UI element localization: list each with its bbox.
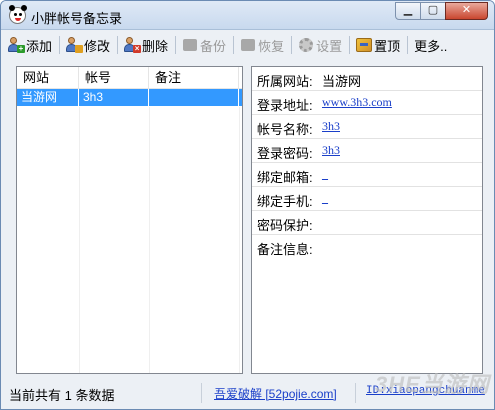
detail-row-security: 密码保护: [252, 211, 482, 235]
restore-icon [240, 37, 256, 53]
add-button[interactable]: + 添加 [5, 34, 55, 56]
detail-row-email: 绑定邮箱: _ [252, 163, 482, 187]
cell-account: 3h3 [79, 89, 149, 106]
list-item[interactable]: 当游网 3h3 [17, 89, 242, 106]
toolbar-separator [233, 36, 235, 54]
pin-top-button[interactable]: 置顶 [353, 34, 403, 56]
toolbar: + 添加 修改 × 删除 备份 恢复 设置 置顶 更多.. [5, 32, 490, 58]
toolbar-separator [117, 36, 119, 54]
gear-icon [298, 37, 314, 53]
toolbar-separator [349, 36, 351, 54]
app-window: 小胖帐号备忘录 ▁ ▢ ✕ + 添加 修改 × 删除 备份 恢复 设置 置顶 更… [0, 0, 495, 410]
status-separator [355, 383, 356, 403]
column-header-site[interactable]: 网站 [17, 67, 79, 88]
title-bar: 小胖帐号备忘录 ▁ ▢ ✕ [1, 1, 494, 30]
panda-app-icon [9, 5, 27, 24]
detail-row-notes: 备注信息: [257, 242, 313, 257]
site-value: 当游网 [322, 74, 362, 89]
status-separator [201, 383, 202, 403]
detail-row-site: 所属网站: 当游网 [252, 67, 482, 91]
column-gridline [79, 107, 80, 373]
window-title: 小胖帐号备忘录 [31, 11, 123, 26]
restore-button[interactable]: 恢复 [237, 34, 287, 56]
pin-icon [356, 37, 373, 53]
add-user-icon: + [8, 37, 25, 53]
maximize-button[interactable]: ▢ [420, 2, 446, 20]
detail-panel: 所属网站: 当游网 登录地址: www.3h3.com 帐号名称: 3h3 登录… [251, 66, 483, 374]
backup-icon [182, 37, 198, 53]
password-link[interactable]: 3h3 [322, 143, 340, 158]
account-list[interactable]: 网站 帐号 备注 当游网 3h3 [16, 66, 243, 374]
watermark: 3HE当游网 [375, 372, 490, 397]
settings-button[interactable]: 设置 [295, 34, 345, 56]
email-link[interactable]: _ [322, 167, 328, 182]
delete-user-icon: × [124, 37, 142, 53]
list-header: 网站 帐号 备注 [17, 67, 242, 89]
record-count: 当前共有 1 条数据 [9, 388, 115, 403]
detail-row-login-url: 登录地址: www.3h3.com [252, 91, 482, 115]
cell-note [149, 89, 239, 106]
edit-button[interactable]: 修改 [63, 34, 113, 56]
column-header-note[interactable]: 备注 [149, 67, 239, 88]
backup-button[interactable]: 备份 [179, 34, 229, 56]
pojie-link[interactable]: 吾爱破解 [52pojie.com] [214, 385, 337, 402]
toolbar-separator [59, 36, 61, 54]
detail-row-phone: 绑定手机: _ [252, 187, 482, 211]
close-button[interactable]: ✕ [445, 2, 488, 20]
account-name-link[interactable]: 3h3 [322, 119, 340, 134]
delete-button[interactable]: × 删除 [121, 34, 171, 56]
toolbar-separator [407, 36, 409, 54]
phone-link[interactable]: _ [322, 191, 328, 206]
column-gridline [149, 107, 150, 373]
column-header-account[interactable]: 帐号 [79, 67, 149, 88]
detail-row-password: 登录密码: 3h3 [252, 139, 482, 163]
toolbar-separator [175, 36, 177, 54]
login-url-link[interactable]: www.3h3.com [322, 95, 392, 110]
edit-user-icon [66, 37, 84, 53]
more-button[interactable]: 更多.. [411, 34, 450, 56]
column-gridline [239, 107, 240, 373]
cell-site: 当游网 [17, 89, 79, 106]
detail-row-account: 帐号名称: 3h3 [252, 115, 482, 139]
minimize-button[interactable]: ▁ [395, 2, 421, 20]
toolbar-separator [291, 36, 293, 54]
window-controls: ▁ ▢ ✕ [395, 2, 488, 20]
